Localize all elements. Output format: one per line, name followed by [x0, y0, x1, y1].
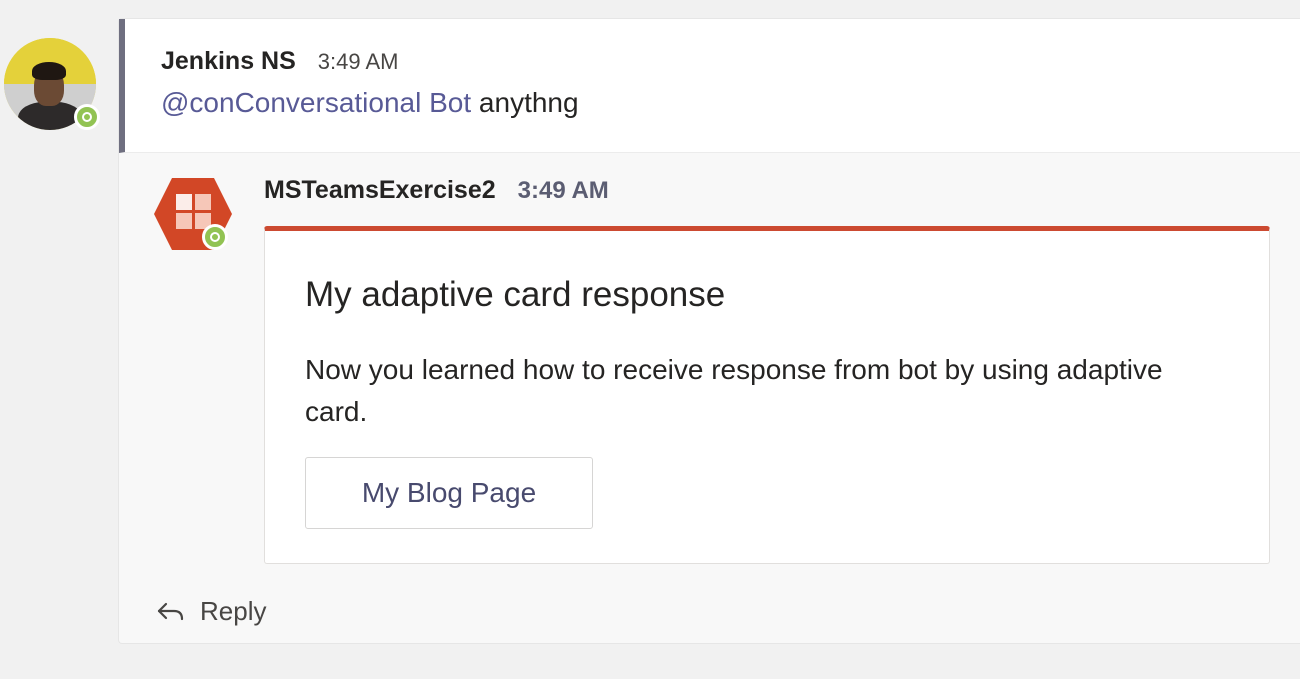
bot-mention[interactable]: @conConversational Bot [161, 87, 471, 118]
message-header: Jenkins NS 3:49 AM [161, 47, 399, 76]
message-body-text: anythng [471, 87, 579, 118]
teams-chat-canvas: Jenkins NS 3:49 AM @conConversational Bo… [0, 0, 1300, 679]
root-message[interactable]: Jenkins NS 3:49 AM @conConversational Bo… [119, 19, 1300, 153]
card-title: My adaptive card response [305, 275, 726, 314]
reply-author[interactable]: MSTeamsExercise2 [264, 176, 496, 205]
reply-message-header: MSTeamsExercise2 3:49 AM [264, 176, 609, 205]
reply-timestamp: 3:49 AM [517, 177, 609, 204]
message-text: @conConversational Bot anythng [161, 87, 579, 119]
blog-page-button[interactable]: My Blog Page [305, 457, 593, 529]
reply-label: Reply [200, 596, 267, 626]
message-timestamp: 3:49 AM [317, 49, 399, 74]
presence-available-icon [202, 224, 228, 250]
presence-available-icon [74, 104, 100, 130]
adaptive-card: My adaptive card response Now you learne… [264, 226, 1270, 564]
card-body-text: Now you learned how to receive response … [305, 354, 1163, 427]
reply-arrow-icon [156, 601, 186, 623]
message-author[interactable]: Jenkins NS [161, 47, 296, 76]
reply-button[interactable]: Reply [156, 596, 266, 627]
